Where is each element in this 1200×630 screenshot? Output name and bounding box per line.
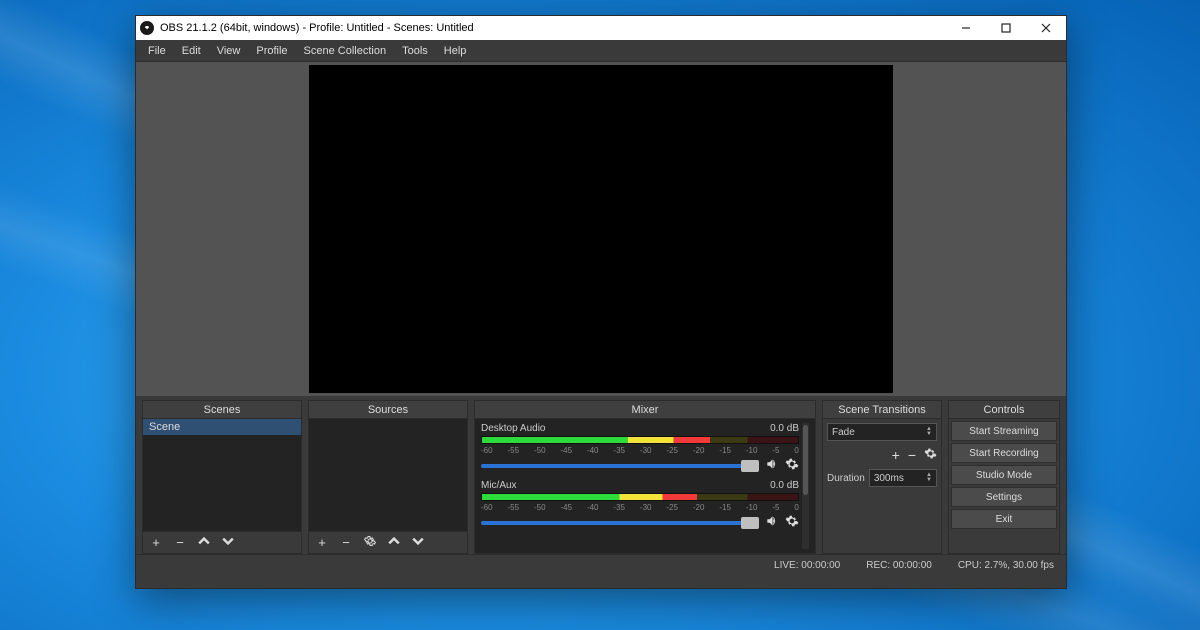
transition-add-button[interactable]: + [892, 447, 900, 463]
track-ticks: -60-55-50-45-40-35-30-25-20-15-10-50 [481, 503, 799, 512]
statusbar: LIVE: 00:00:00 REC: 00:00:00 CPU: 2.7%, … [136, 554, 1066, 576]
sources-dock: Sources + − [308, 400, 468, 554]
app-icon [140, 21, 154, 35]
duration-label: Duration [827, 473, 865, 484]
studio-mode-button[interactable]: Studio Mode [951, 465, 1057, 485]
mixer-dock: Mixer Desktop Audio 0.0 dB -60-55-50-45-… [474, 400, 816, 554]
scenes-remove-button[interactable]: − [173, 535, 187, 550]
scenes-list[interactable]: Scene [143, 419, 301, 531]
menu-file[interactable]: File [140, 45, 174, 57]
speaker-icon[interactable] [765, 514, 779, 531]
track-name: Mic/Aux [481, 480, 517, 491]
track-meter [481, 493, 799, 501]
sources-toolbar: + − [309, 531, 467, 553]
status-live: LIVE: 00:00:00 [774, 560, 840, 571]
scenes-dock: Scenes Scene + − [142, 400, 302, 554]
sources-header: Sources [309, 401, 467, 419]
scenes-down-button[interactable] [221, 535, 235, 550]
scenes-header: Scenes [143, 401, 301, 419]
scenes-add-button[interactable]: + [149, 535, 163, 550]
sources-list[interactable] [309, 419, 467, 531]
speaker-icon[interactable] [765, 457, 779, 474]
menu-view[interactable]: View [209, 45, 249, 57]
docks-row: Scenes Scene + − Sources + − [136, 396, 1066, 554]
track-db: 0.0 dB [770, 480, 799, 491]
transition-remove-button[interactable]: − [908, 447, 916, 463]
chevron-updown-icon: ▲▼ [926, 473, 932, 483]
app-window: OBS 21.1.2 (64bit, windows) - Profile: U… [135, 15, 1067, 589]
gear-icon[interactable] [785, 514, 799, 531]
minimize-button[interactable] [946, 16, 986, 40]
status-rec: REC: 00:00:00 [866, 560, 932, 571]
mixer-scrollbar[interactable] [801, 423, 809, 549]
track-volume-slider[interactable] [481, 464, 759, 468]
scenes-up-button[interactable] [197, 535, 211, 550]
gear-icon[interactable] [785, 457, 799, 474]
track-db: 0.0 dB [770, 423, 799, 434]
menu-help[interactable]: Help [436, 45, 475, 57]
mixer-track-desktop-audio: Desktop Audio 0.0 dB -60-55-50-45-40-35-… [481, 423, 799, 474]
sources-up-button[interactable] [387, 535, 401, 550]
titlebar: OBS 21.1.2 (64bit, windows) - Profile: U… [136, 16, 1066, 40]
maximize-button[interactable] [986, 16, 1026, 40]
mixer-tracks: Desktop Audio 0.0 dB -60-55-50-45-40-35-… [481, 423, 799, 549]
track-ticks: -60-55-50-45-40-35-30-25-20-15-10-50 [481, 446, 799, 455]
preview-area [136, 62, 1066, 396]
mixer-header: Mixer [475, 401, 815, 419]
controls-header: Controls [949, 401, 1059, 419]
sources-gear-button[interactable] [363, 535, 377, 550]
track-meter [481, 436, 799, 444]
mixer-track-mic-aux: Mic/Aux 0.0 dB -60-55-50-45-40-35-30-25-… [481, 480, 799, 531]
sources-down-button[interactable] [411, 535, 425, 550]
sources-add-button[interactable]: + [315, 535, 329, 550]
scenes-toolbar: + − [143, 531, 301, 553]
start-streaming-button[interactable]: Start Streaming [951, 421, 1057, 441]
close-button[interactable] [1026, 16, 1066, 40]
chevron-updown-icon: ▲▼ [926, 427, 932, 437]
status-cpu: CPU: 2.7%, 30.00 fps [958, 560, 1054, 571]
transition-gear-button[interactable] [924, 447, 937, 463]
start-recording-button[interactable]: Start Recording [951, 443, 1057, 463]
duration-input[interactable]: 300ms ▲▼ [869, 469, 937, 487]
transitions-header: Scene Transitions [823, 401, 941, 419]
preview-canvas[interactable] [309, 65, 893, 393]
window-buttons [946, 16, 1066, 40]
controls-dock: Controls Start Streaming Start Recording… [948, 400, 1060, 554]
transitions-dock: Scene Transitions Fade ▲▼ + − Duration 3 [822, 400, 942, 554]
menu-profile[interactable]: Profile [248, 45, 295, 57]
exit-button[interactable]: Exit [951, 509, 1057, 529]
menubar: File Edit View Profile Scene Collection … [136, 40, 1066, 62]
menu-edit[interactable]: Edit [174, 45, 209, 57]
window-title: OBS 21.1.2 (64bit, windows) - Profile: U… [160, 22, 946, 34]
menu-tools[interactable]: Tools [394, 45, 436, 57]
menu-scene-collection[interactable]: Scene Collection [296, 45, 395, 57]
transition-selected: Fade [832, 427, 855, 438]
track-volume-slider[interactable] [481, 521, 759, 525]
sources-remove-button[interactable]: − [339, 535, 353, 550]
duration-value: 300ms [874, 473, 904, 484]
track-name: Desktop Audio [481, 423, 546, 434]
scene-item[interactable]: Scene [143, 419, 301, 435]
settings-button[interactable]: Settings [951, 487, 1057, 507]
transition-select[interactable]: Fade ▲▼ [827, 423, 937, 441]
